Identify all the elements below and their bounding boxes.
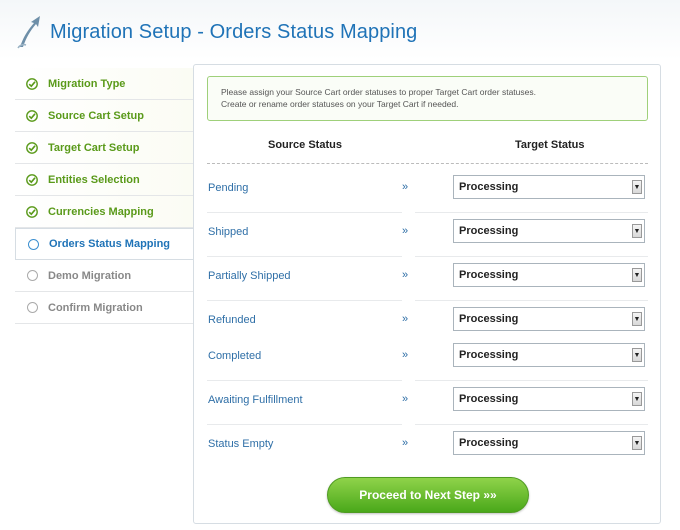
step-orders-status-mapping[interactable]: Orders Status Mapping <box>15 228 193 260</box>
step-migration-type[interactable]: Migration Type <box>15 68 193 100</box>
step-label: Orders Status Mapping <box>49 238 171 250</box>
notice-line: Please assign your Source Cart order sta… <box>221 87 536 97</box>
row-divider <box>415 212 648 213</box>
pending-step-circle-icon <box>25 301 39 315</box>
mapping-row: Refunded » Processing ▼ <box>207 302 648 338</box>
source-status: Completed <box>208 350 262 362</box>
target-status-select[interactable]: Processing ▼ <box>453 387 645 411</box>
row-divider <box>207 256 402 257</box>
selected-value: Processing <box>459 313 519 325</box>
mapping-arrow-icon: » <box>402 181 409 193</box>
mapping-arrow-icon: » <box>402 313 409 325</box>
source-status: Refunded <box>208 314 256 326</box>
row-divider <box>207 424 402 425</box>
selected-value: Processing <box>459 225 519 237</box>
check-icon <box>25 141 39 155</box>
info-notice: Please assign your Source Cart order sta… <box>207 76 648 121</box>
dropdown-arrow-icon[interactable]: ▼ <box>632 348 642 362</box>
check-icon <box>25 109 39 123</box>
selected-value: Processing <box>459 393 519 405</box>
row-divider <box>415 424 648 425</box>
source-status: Partially Shipped <box>208 270 291 282</box>
row-divider <box>415 256 648 257</box>
mapping-panel: Please assign your Source Cart order sta… <box>193 64 661 524</box>
target-status-header: Target Status <box>515 139 585 151</box>
selected-value: Processing <box>459 181 519 193</box>
mapping-row: Shipped » Processing ▼ <box>207 214 648 257</box>
mapping-arrow-icon: » <box>402 225 409 237</box>
target-status-select[interactable]: Processing ▼ <box>453 343 645 367</box>
step-label: Currencies Mapping <box>48 205 154 218</box>
mapping-row: Partially Shipped » Processing ▼ <box>207 258 648 301</box>
dropdown-arrow-icon[interactable]: ▼ <box>632 392 642 406</box>
row-divider <box>415 380 648 381</box>
proceed-button[interactable]: Proceed to Next Step »» <box>327 477 529 513</box>
step-demo-migration[interactable]: Demo Migration <box>15 260 193 292</box>
mapping-arrow-icon: » <box>402 437 409 449</box>
step-label: Entities Selection <box>48 173 140 186</box>
header-divider <box>207 163 648 164</box>
page-title: Migration Setup - Orders Status Mapping <box>50 20 418 43</box>
source-status: Shipped <box>208 226 249 238</box>
step-label: Source Cart Setup <box>48 109 144 122</box>
dropdown-arrow-icon[interactable]: ▼ <box>632 312 642 326</box>
current-step-circle-icon <box>26 237 40 251</box>
target-status-select[interactable]: Processing ▼ <box>453 263 645 287</box>
target-status-select[interactable]: Processing ▼ <box>453 219 645 243</box>
check-icon <box>25 205 39 219</box>
step-label: Confirm Migration <box>48 301 143 314</box>
selected-value: Processing <box>459 349 519 361</box>
step-label: Migration Type <box>48 77 126 90</box>
target-status-select[interactable]: Processing ▼ <box>453 175 645 199</box>
notice-line: Create or rename order statuses on your … <box>221 99 459 109</box>
mapping-arrow-icon: » <box>402 393 409 405</box>
dropdown-arrow-icon[interactable]: ▼ <box>632 224 642 238</box>
dropdown-arrow-icon[interactable]: ▼ <box>632 436 642 450</box>
dropdown-arrow-icon[interactable]: ▼ <box>632 180 642 194</box>
header: Migration Setup - Orders Status Mapping <box>14 12 674 52</box>
step-currencies-mapping[interactable]: Currencies Mapping <box>15 196 193 228</box>
check-icon <box>25 173 39 187</box>
check-icon <box>25 77 39 91</box>
dropdown-arrow-icon[interactable]: ▼ <box>632 268 642 282</box>
selected-value: Processing <box>459 437 519 449</box>
mapping-arrow-icon: » <box>402 349 409 361</box>
step-target-cart-setup[interactable]: Target Cart Setup <box>15 132 193 164</box>
source-status: Awaiting Fulfillment <box>208 394 303 406</box>
source-status: Status Empty <box>208 438 274 450</box>
mapping-arrow-icon: » <box>402 269 409 281</box>
mapping-row: Pending » Processing ▼ <box>207 170 648 213</box>
target-status-select[interactable]: Processing ▼ <box>453 307 645 331</box>
migration-logo-icon <box>17 16 40 49</box>
step-label: Demo Migration <box>48 269 132 282</box>
source-status: Pending <box>208 182 249 194</box>
row-divider <box>415 300 648 301</box>
step-source-cart-setup[interactable]: Source Cart Setup <box>15 100 193 132</box>
row-divider <box>207 300 402 301</box>
selected-value: Processing <box>459 269 519 281</box>
step-confirm-migration[interactable]: Confirm Migration <box>15 292 193 324</box>
target-status-select[interactable]: Processing ▼ <box>453 431 645 455</box>
step-entities-selection[interactable]: Entities Selection <box>15 164 193 196</box>
pending-step-circle-icon <box>25 269 39 283</box>
steps-sidebar: Migration Type Source Cart Setup Target … <box>15 68 193 324</box>
row-divider <box>207 212 402 213</box>
row-divider <box>207 380 402 381</box>
source-status-header: Source Status <box>268 139 342 151</box>
mapping-row: Completed » Processing ▼ <box>207 338 648 381</box>
mapping-row: Status Empty » Processing ▼ <box>207 426 648 462</box>
mapping-row: Awaiting Fulfillment » Processing ▼ <box>207 382 648 425</box>
step-label: Target Cart Setup <box>48 141 140 154</box>
